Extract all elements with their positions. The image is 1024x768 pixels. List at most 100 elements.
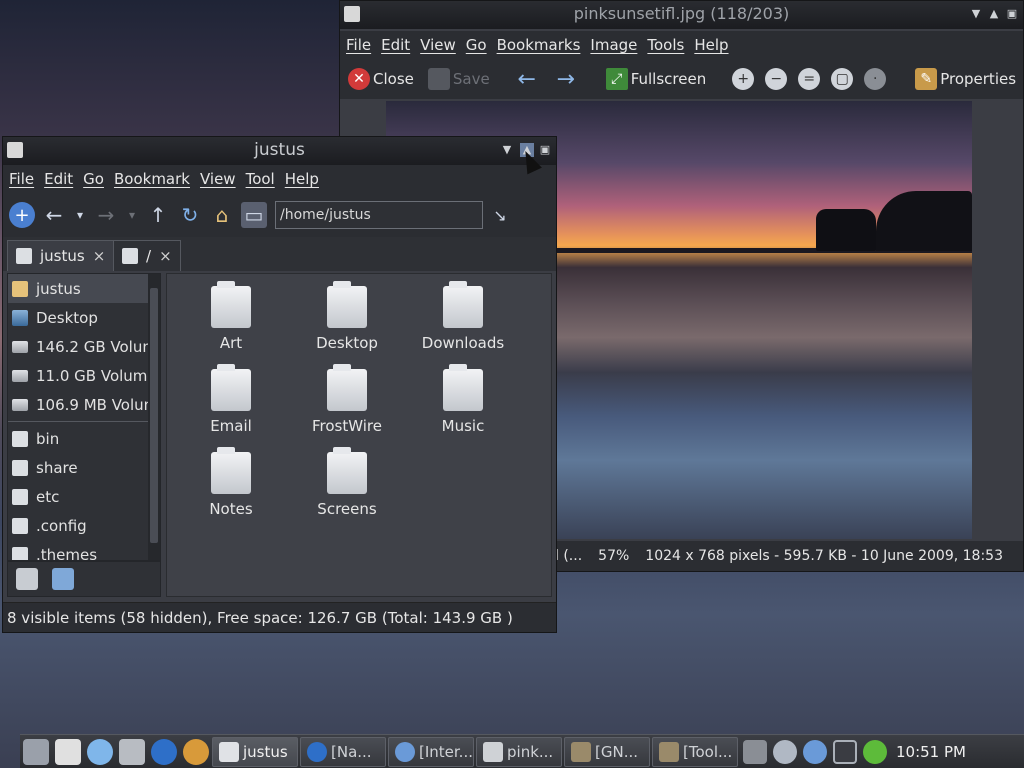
back-arrow-icon[interactable]: ← [41, 202, 67, 228]
window-menu-icon[interactable]: ▼ [500, 143, 514, 157]
task-toolbox[interactable]: [Tool... [652, 736, 738, 767]
menu-tools[interactable]: Tools [647, 36, 684, 54]
folder-item[interactable]: Art [176, 281, 286, 352]
previous-image-button[interactable]: ← [516, 67, 541, 92]
viewer-toolbar: ✕ Close Save ← → ⤢ Fullscreen + − = ▢ · … [340, 59, 1023, 99]
places-view-icon[interactable] [16, 568, 38, 590]
menu-view[interactable]: View [420, 36, 456, 54]
sidebar-scrollbar[interactable] [148, 274, 160, 560]
forward-history-icon[interactable]: ▾ [125, 202, 139, 228]
tab-root[interactable]: / × [113, 240, 181, 271]
fm-titlebar[interactable]: justus ▼ ▲ ▣ [3, 137, 556, 165]
image-icon [344, 6, 360, 22]
task-image-viewer[interactable]: pink... [476, 736, 562, 767]
properties-button[interactable]: ✎ Properties [915, 68, 1016, 90]
menu-bookmarks[interactable]: Bookmarks [497, 36, 581, 54]
calculator-icon[interactable] [119, 738, 145, 765]
sidebar-bookmark-bin[interactable]: bin [8, 424, 160, 453]
sidebar-item-volume[interactable]: 11.0 GB Volume [8, 361, 160, 390]
directory-tree-icon[interactable] [52, 568, 74, 590]
folder-icon [211, 364, 251, 411]
sidebar-bookmark-share[interactable]: share [8, 453, 160, 482]
folder-item[interactable]: Desktop [292, 281, 402, 352]
task-browser[interactable]: [Na... [300, 736, 386, 767]
save-button[interactable]: Save [427, 68, 490, 90]
open-folder-icon[interactable]: ▭ [241, 202, 267, 228]
close-button[interactable]: ✕ Close [348, 68, 414, 90]
sidebar-item-desktop[interactable]: Desktop [8, 303, 160, 332]
folder-item[interactable]: FrostWire [292, 364, 402, 435]
network-icon[interactable] [87, 738, 113, 765]
folder-icon [122, 248, 138, 264]
menu-view[interactable]: View [200, 170, 236, 188]
menu-edit[interactable]: Edit [44, 170, 73, 188]
menu-file[interactable]: File [9, 170, 34, 188]
zoom-normal-button[interactable]: = [798, 68, 823, 90]
folder-item[interactable]: Music [408, 364, 518, 435]
new-tab-icon[interactable]: + [9, 202, 35, 228]
zoom-in-button[interactable]: + [732, 68, 757, 90]
sidebar-bookmark-config[interactable]: .config [8, 511, 160, 540]
menu-tool[interactable]: Tool [246, 170, 275, 188]
folder-item[interactable]: Screens [292, 447, 402, 518]
sidebar-item-volume[interactable]: 106.9 MB Volume [8, 390, 160, 419]
location-input[interactable]: /home/justus [275, 201, 483, 229]
minimize-icon[interactable]: ▲ [987, 7, 1001, 21]
clock[interactable]: 10:51 PM [896, 743, 966, 761]
sidebar-item-volume[interactable]: 146.2 GB Volume [8, 332, 160, 361]
menu-help[interactable]: Help [285, 170, 319, 188]
zoom-auto-icon: · [864, 68, 887, 90]
browser-icon[interactable] [151, 738, 177, 765]
menu-go[interactable]: Go [466, 36, 487, 54]
go-icon[interactable]: ↘ [487, 202, 513, 228]
task-gimp[interactable]: [GN... [564, 736, 650, 767]
fullscreen-button[interactable]: ⤢ Fullscreen [605, 68, 706, 90]
reload-icon[interactable]: ↻ [177, 202, 203, 228]
folder-item[interactable]: Notes [176, 447, 286, 518]
menu-bookmark[interactable]: Bookmark [114, 170, 190, 188]
fm-tabbar: justus × / × [3, 237, 556, 271]
task-web[interactable]: [Inter... [388, 736, 474, 767]
maximize-icon[interactable]: ▣ [1005, 7, 1019, 21]
menu-go[interactable]: Go [83, 170, 104, 188]
mail-icon[interactable] [183, 738, 209, 765]
volume-tray-icon[interactable] [773, 739, 797, 764]
maximize-icon[interactable]: ▣ [538, 143, 552, 157]
close-tab-icon[interactable]: × [159, 247, 172, 265]
gimp-icon [571, 741, 591, 762]
image-icon [483, 741, 503, 762]
menu-file[interactable]: File [346, 36, 371, 54]
next-image-button[interactable]: → [555, 67, 580, 92]
menu-image[interactable]: Image [590, 36, 637, 54]
window-menu-icon[interactable]: ▼ [969, 7, 983, 21]
forward-arrow-icon[interactable]: → [93, 202, 119, 228]
zoom-normal-icon: = [798, 68, 821, 90]
chromium-tray-icon[interactable] [803, 739, 827, 764]
viewer-titlebar[interactable]: pinksunsetifl.jpg (118/203) ▼ ▲ ▣ [340, 1, 1023, 29]
menu-edit[interactable]: Edit [381, 36, 410, 54]
back-history-icon[interactable]: ▾ [73, 202, 87, 228]
task-file-manager[interactable]: justus [212, 736, 298, 767]
tab-justus[interactable]: justus × [7, 240, 115, 271]
zoom-auto-button[interactable]: · [864, 68, 889, 90]
sidebar-bookmark-themes[interactable]: .themes [8, 540, 160, 560]
folder-label: Art [219, 334, 243, 352]
folder-item[interactable]: Email [176, 364, 286, 435]
folder-item[interactable]: Downloads [408, 281, 518, 352]
taskbar: justus [Na... [Inter... pink... [GN... [… [20, 734, 1024, 768]
play-tray-icon[interactable] [863, 739, 887, 764]
sidebar-bookmark-etc[interactable]: etc [8, 482, 160, 511]
network-tray-icon[interactable] [743, 739, 767, 764]
home-icon[interactable]: ⌂ [209, 202, 235, 228]
sidebar-item-home[interactable]: justus [8, 274, 160, 303]
zoom-fit-button[interactable]: ▢ [831, 68, 856, 90]
file-manager-window: justus ▼ ▲ ▣ File Edit Go Bookmark View … [2, 136, 557, 633]
up-arrow-icon[interactable]: ↑ [145, 202, 171, 228]
monitor-tray-icon[interactable] [833, 739, 857, 764]
home-folder-icon[interactable] [55, 738, 81, 765]
start-menu-icon[interactable] [23, 738, 49, 765]
scrollbar-thumb[interactable] [150, 288, 158, 543]
close-tab-icon[interactable]: × [93, 247, 106, 265]
zoom-out-button[interactable]: − [765, 68, 790, 90]
menu-help[interactable]: Help [694, 36, 728, 54]
